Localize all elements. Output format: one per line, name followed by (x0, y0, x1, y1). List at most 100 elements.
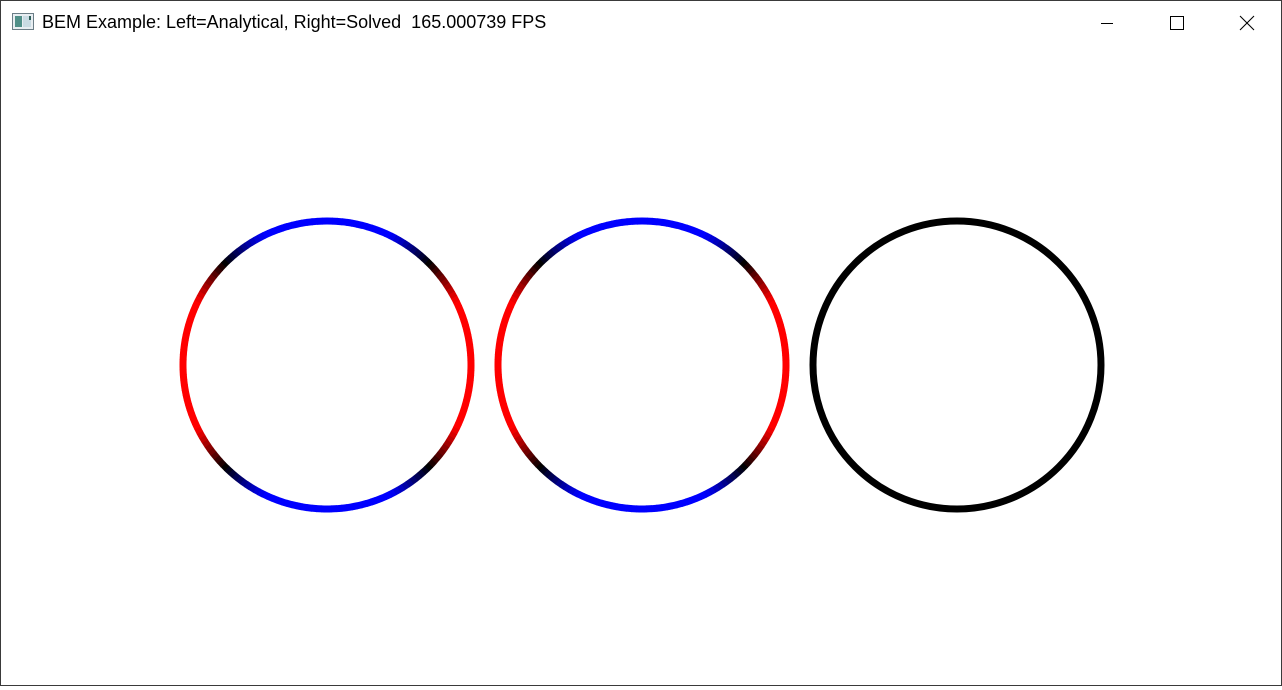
maximize-button[interactable] (1142, 1, 1212, 45)
solved-ring-segment (532, 268, 536, 272)
solved-ring-segment (508, 418, 510, 423)
solved-ring-segment (592, 500, 597, 502)
solved-ring-segment (574, 235, 579, 238)
solved-ring-segment (612, 506, 617, 507)
maximize-icon (1169, 15, 1185, 31)
analytical-ring-segment (283, 226, 288, 228)
analytical-ring-segment (186, 394, 187, 399)
solved-ring-segment (579, 233, 584, 235)
analytical-ring-segment (357, 224, 362, 225)
analytical-ring-segment (412, 249, 416, 252)
solved-ring-segment (722, 482, 727, 485)
analytical-ring-segment (386, 233, 391, 235)
close-button[interactable] (1212, 1, 1282, 45)
solved-ring-segment (779, 405, 781, 410)
solved-ring-segment (510, 301, 512, 306)
analytical-ring-segment (227, 258, 231, 262)
analytical-ring-segment (469, 385, 470, 391)
solved-ring-segment (529, 272, 533, 276)
solved-ring-segment (672, 224, 677, 225)
solved-ring-segment (561, 243, 566, 246)
analytical-ring-segment (403, 484, 408, 487)
solved-ring-segment (766, 433, 769, 438)
analytical-ring-segment (187, 399, 188, 404)
title-bar[interactable]: BEM Example: Left=Analytical, Right=Solv… (1, 1, 1281, 45)
analytical-ring-segment (385, 494, 390, 496)
solved-ring-segment (730, 475, 734, 479)
render-viewport[interactable] (1, 45, 1281, 685)
solved-ring-segment (520, 284, 523, 289)
analytical-ring-segment (341, 508, 347, 509)
analytical-ring-segment (347, 222, 353, 223)
analytical-ring-segment (465, 400, 466, 405)
solved-ring-segment (691, 499, 696, 501)
analytical-ring-segment (470, 375, 471, 381)
analytical-ring-segment (259, 492, 264, 495)
analytical-ring-segment (469, 340, 470, 346)
analytical-ring-segment (440, 276, 443, 280)
solved-ring-segment (626, 508, 632, 509)
analytical-ring-segment (230, 472, 234, 476)
analytical-ring-segment (190, 315, 192, 320)
solved-ring-segment (784, 385, 785, 391)
analytical-ring-segment (234, 251, 238, 255)
analytical-ring-segment (337, 221, 343, 222)
analytical-ring-segment (470, 345, 471, 351)
solved-ring-segment (501, 394, 502, 399)
solved-ring-segment (686, 500, 691, 502)
solved-ring-segment (546, 254, 550, 258)
solved-ring-segment (771, 424, 773, 429)
analytical-ring-segment (202, 288, 205, 293)
analytical-ring-segment (470, 380, 471, 386)
solved-ring-segment (499, 384, 500, 390)
analytical-ring-segment (211, 276, 214, 280)
solved-ring-segment (501, 330, 502, 335)
analytical-ring-segment (186, 330, 187, 335)
analytical-ring-segment (437, 454, 441, 458)
analytical-ring-segment (238, 478, 242, 481)
solved-ring-segment (523, 280, 526, 285)
solved-ring-segment (714, 240, 719, 243)
analytical-ring-segment (468, 335, 469, 341)
analytical-ring-segment (184, 384, 185, 390)
solved-ring-segment (749, 458, 753, 462)
solved-ring (498, 221, 786, 509)
analytical-ring-segment (381, 231, 386, 233)
solved-ring-segment (602, 225, 607, 226)
analytical-ring-segment (216, 457, 220, 461)
analytical-ring-segment (185, 335, 186, 340)
analytical-ring-segment (427, 465, 431, 469)
solved-ring-segment (526, 276, 529, 280)
minimize-button[interactable] (1072, 1, 1142, 45)
solved-ring-segment (780, 400, 781, 405)
analytical-ring-segment (446, 284, 449, 289)
analytical-ring-segment (306, 508, 312, 509)
analytical-ring-segment (197, 428, 200, 433)
solved-ring-segment (677, 225, 682, 226)
solved-ring-segment (742, 465, 746, 469)
solved-ring-segment (538, 465, 542, 469)
analytical-ring-segment (434, 458, 438, 462)
solved-ring-segment (784, 340, 785, 346)
analytical-ring-segment (184, 379, 185, 385)
solved-ring-segment (517, 288, 520, 293)
solved-ring-segment (785, 375, 786, 381)
analytical-ring-segment (407, 482, 412, 485)
analytical-ring-segment (458, 419, 460, 424)
solved-ring-segment (783, 390, 784, 395)
solved-ring-segment (738, 469, 742, 473)
solved-ring-segment (695, 497, 700, 499)
window-title: BEM Example: Left=Analytical, Right=Solv… (42, 11, 546, 33)
analytical-ring-segment (399, 487, 404, 490)
analytical-ring-segment (287, 503, 292, 504)
analytical-ring-segment (366, 502, 371, 504)
solved-ring-segment (682, 227, 687, 229)
analytical-ring-segment (263, 494, 268, 496)
analytical-ring-segment (454, 428, 457, 433)
solved-ring-segment (538, 261, 542, 265)
analytical-ring-segment (220, 265, 224, 269)
analytical-ring-segment (462, 316, 464, 321)
solved-ring-segment (785, 345, 786, 351)
solved-ring-segment (508, 306, 510, 311)
solved-ring-segment (535, 265, 539, 269)
